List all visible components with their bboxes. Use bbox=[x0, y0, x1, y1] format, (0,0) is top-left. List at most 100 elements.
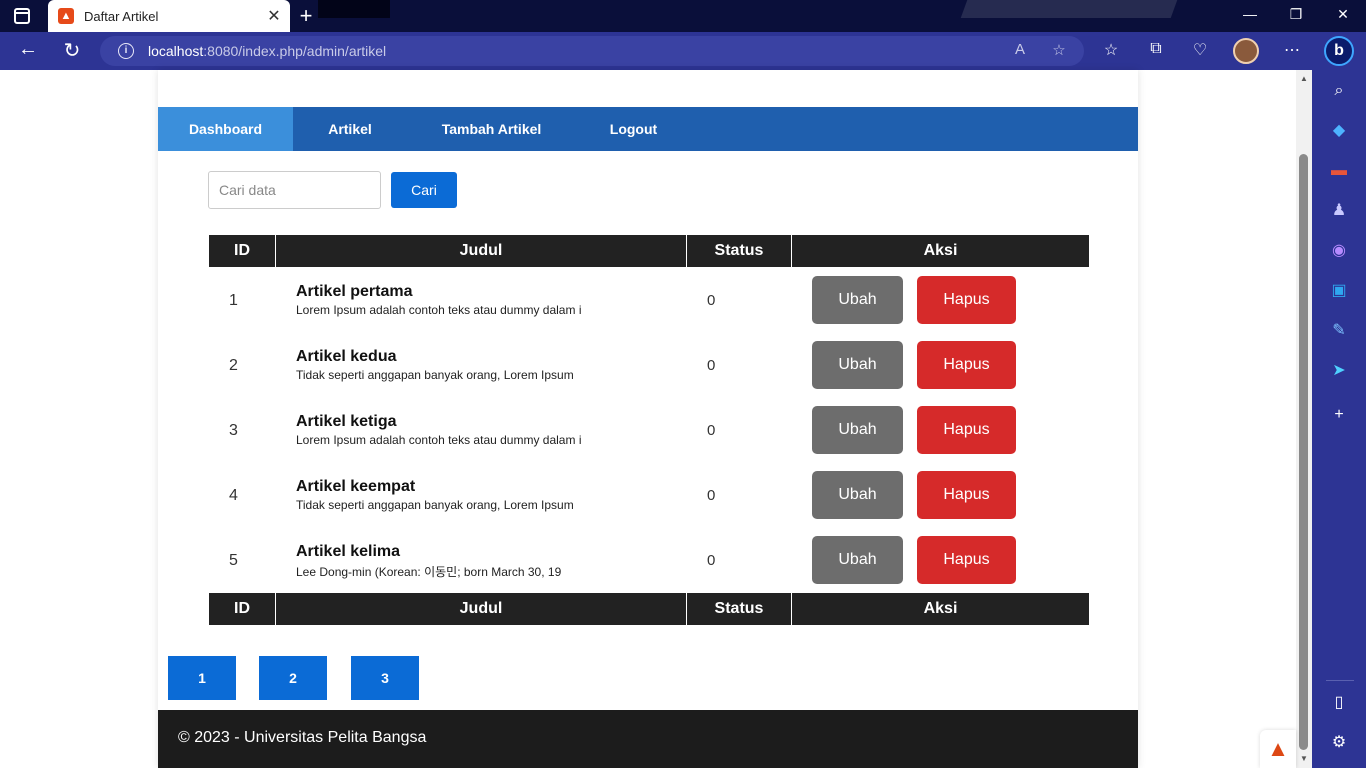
edit-button[interactable]: Ubah bbox=[812, 341, 903, 389]
refresh-icon[interactable]: ↻ bbox=[60, 38, 84, 63]
row-id: 4 bbox=[229, 487, 238, 504]
row-title: Artikel kedua bbox=[296, 348, 397, 365]
delete-button[interactable]: Hapus bbox=[917, 276, 1016, 324]
send-icon[interactable]: ➤ bbox=[1328, 360, 1350, 382]
delete-button[interactable]: Hapus bbox=[917, 536, 1016, 584]
address-bar[interactable]: i localhost:8080/index.php/admin/artikel… bbox=[100, 36, 1084, 66]
row-id: 5 bbox=[229, 552, 238, 569]
search-icon[interactable]: ⌕ bbox=[1328, 80, 1350, 102]
favorites-icon[interactable]: ☆ bbox=[1100, 40, 1122, 60]
delete-button[interactable]: Hapus bbox=[917, 341, 1016, 389]
bing-icon[interactable]: b bbox=[1324, 36, 1354, 66]
people-icon[interactable]: ♟ bbox=[1328, 200, 1350, 222]
tab-title: Daftar Artikel bbox=[84, 9, 159, 24]
page-button-2[interactable]: 2 bbox=[259, 656, 327, 700]
page-container: Dashboard Artikel Tambah Artikel Logout … bbox=[158, 70, 1138, 768]
designer-icon[interactable]: ✎ bbox=[1328, 320, 1350, 342]
search-button[interactable]: Cari bbox=[391, 172, 457, 208]
footer-header-judul: Judul bbox=[459, 600, 503, 617]
table-row: 4 Artikel keempat Tidak seperti anggapan… bbox=[209, 462, 1089, 527]
plus-icon[interactable]: + bbox=[1328, 404, 1350, 426]
nav-dashboard[interactable]: Dashboard bbox=[158, 107, 293, 151]
main-nav: Dashboard Artikel Tambah Artikel Logout bbox=[158, 107, 1138, 151]
codeigniter-toolbar-icon[interactable]: ▲ bbox=[1260, 730, 1296, 768]
profile-avatar[interactable] bbox=[1233, 38, 1259, 64]
new-tab-icon[interactable]: + bbox=[294, 3, 318, 29]
row-id: 3 bbox=[229, 422, 238, 439]
table-row: 2 Artikel kedua Tidak seperti anggapan b… bbox=[209, 332, 1089, 397]
back-icon[interactable]: ← bbox=[16, 38, 40, 61]
table-header: ID Judul Status Aksi bbox=[209, 235, 1089, 267]
tabstrip-region bbox=[318, 0, 390, 18]
sidebar-divider bbox=[1326, 680, 1354, 681]
row-id: 2 bbox=[229, 357, 238, 374]
row-excerpt: Lorem Ipsum adalah contoh teks atau dumm… bbox=[296, 433, 582, 447]
nav-artikel[interactable]: Artikel bbox=[293, 107, 407, 151]
edit-button[interactable]: Ubah bbox=[812, 471, 903, 519]
minimize-icon[interactable]: — bbox=[1238, 6, 1262, 22]
url-text[interactable]: localhost:8080/index.php/admin/artikel bbox=[148, 43, 386, 59]
page-button-1[interactable]: 1 bbox=[168, 656, 236, 700]
nav-logout[interactable]: Logout bbox=[576, 107, 691, 151]
footer-copyright: © 2023 - Universitas Pelita Bangsa bbox=[178, 729, 427, 746]
search-input[interactable] bbox=[208, 171, 381, 209]
footer-header-status: Status bbox=[714, 600, 764, 617]
scrollbar-thumb[interactable] bbox=[1299, 154, 1308, 750]
close-icon[interactable]: ✕ bbox=[264, 6, 284, 26]
edit-button[interactable]: Ubah bbox=[812, 406, 903, 454]
edit-button[interactable]: Ubah bbox=[812, 276, 903, 324]
sidebar-toggle-icon[interactable]: ▯ bbox=[1328, 692, 1350, 714]
browser-tab[interactable]: ▲ Daftar Artikel ✕ bbox=[48, 0, 290, 32]
row-status: 0 bbox=[707, 357, 716, 374]
tabstrip-decoration bbox=[960, 0, 1178, 18]
scroll-down-icon[interactable]: ▼ bbox=[1298, 754, 1310, 763]
tab-actions-icon[interactable] bbox=[14, 8, 30, 24]
header-aksi: Aksi bbox=[923, 242, 958, 259]
table-row: 5 Artikel kelima Lee Dong-min (Korean: 이… bbox=[209, 527, 1089, 592]
row-excerpt: Tidak seperti anggapan banyak orang, Lor… bbox=[296, 368, 574, 382]
window-close-icon[interactable]: ✕ bbox=[1331, 6, 1355, 23]
table-footer-header: ID Judul Status Aksi bbox=[209, 593, 1089, 625]
read-aloud-icon[interactable]: A bbox=[1010, 41, 1030, 58]
row-title: Artikel ketiga bbox=[296, 413, 397, 430]
nav-tambah-artikel[interactable]: Tambah Artikel bbox=[407, 107, 576, 151]
browser-toolbar: ← ↻ i localhost:8080/index.php/admin/art… bbox=[0, 32, 1312, 70]
row-status: 0 bbox=[707, 292, 716, 309]
header-status: Status bbox=[714, 242, 764, 259]
scroll-up-icon[interactable]: ▲ bbox=[1298, 74, 1310, 83]
toolbox-icon[interactable]: ▬ bbox=[1328, 160, 1350, 182]
row-excerpt: Lee Dong-min (Korean: 이동민; born March 30… bbox=[296, 565, 562, 579]
site-footer: © 2023 - Universitas Pelita Bangsa bbox=[158, 710, 1138, 768]
row-status: 0 bbox=[707, 487, 716, 504]
row-title: Artikel pertama bbox=[296, 283, 413, 300]
table-row: 3 Artikel ketiga Lorem Ipsum adalah cont… bbox=[209, 397, 1089, 462]
favorite-star-icon[interactable]: ☆ bbox=[1049, 41, 1069, 59]
collections-icon[interactable]: ⧉ bbox=[1145, 40, 1167, 58]
settings-gear-icon[interactable]: ⚙ bbox=[1328, 732, 1350, 754]
header-judul: Judul bbox=[459, 242, 503, 259]
row-title: Artikel kelima bbox=[296, 543, 401, 560]
row-excerpt: Tidak seperti anggapan banyak orang, Lor… bbox=[296, 498, 574, 512]
edge-sidebar bbox=[1312, 32, 1366, 768]
delete-button[interactable]: Hapus bbox=[917, 471, 1016, 519]
more-menu-icon[interactable]: ⋯ bbox=[1281, 40, 1303, 60]
info-icon[interactable]: i bbox=[118, 43, 134, 59]
row-id: 1 bbox=[229, 292, 238, 309]
footer-header-id: ID bbox=[234, 600, 250, 617]
header-id: ID bbox=[234, 242, 250, 259]
row-title: Artikel keempat bbox=[296, 478, 416, 495]
outlook-icon[interactable]: ▣ bbox=[1328, 280, 1350, 302]
row-status: 0 bbox=[707, 552, 716, 569]
row-status: 0 bbox=[707, 422, 716, 439]
performance-icon[interactable]: ♡ bbox=[1189, 40, 1211, 60]
delete-button[interactable]: Hapus bbox=[917, 406, 1016, 454]
office-icon[interactable]: ◉ bbox=[1328, 240, 1350, 262]
restore-icon[interactable]: ❐ bbox=[1284, 6, 1308, 23]
flame-icon: ▲ bbox=[58, 8, 74, 24]
row-excerpt: Lorem Ipsum adalah contoh teks atau dumm… bbox=[296, 303, 582, 317]
footer-header-aksi: Aksi bbox=[923, 600, 958, 617]
table-row: 1 Artikel pertama Lorem Ipsum adalah con… bbox=[209, 267, 1089, 332]
page-button-3[interactable]: 3 bbox=[351, 656, 419, 700]
edit-button[interactable]: Ubah bbox=[812, 536, 903, 584]
tag-icon[interactable]: ◆ bbox=[1328, 120, 1350, 142]
